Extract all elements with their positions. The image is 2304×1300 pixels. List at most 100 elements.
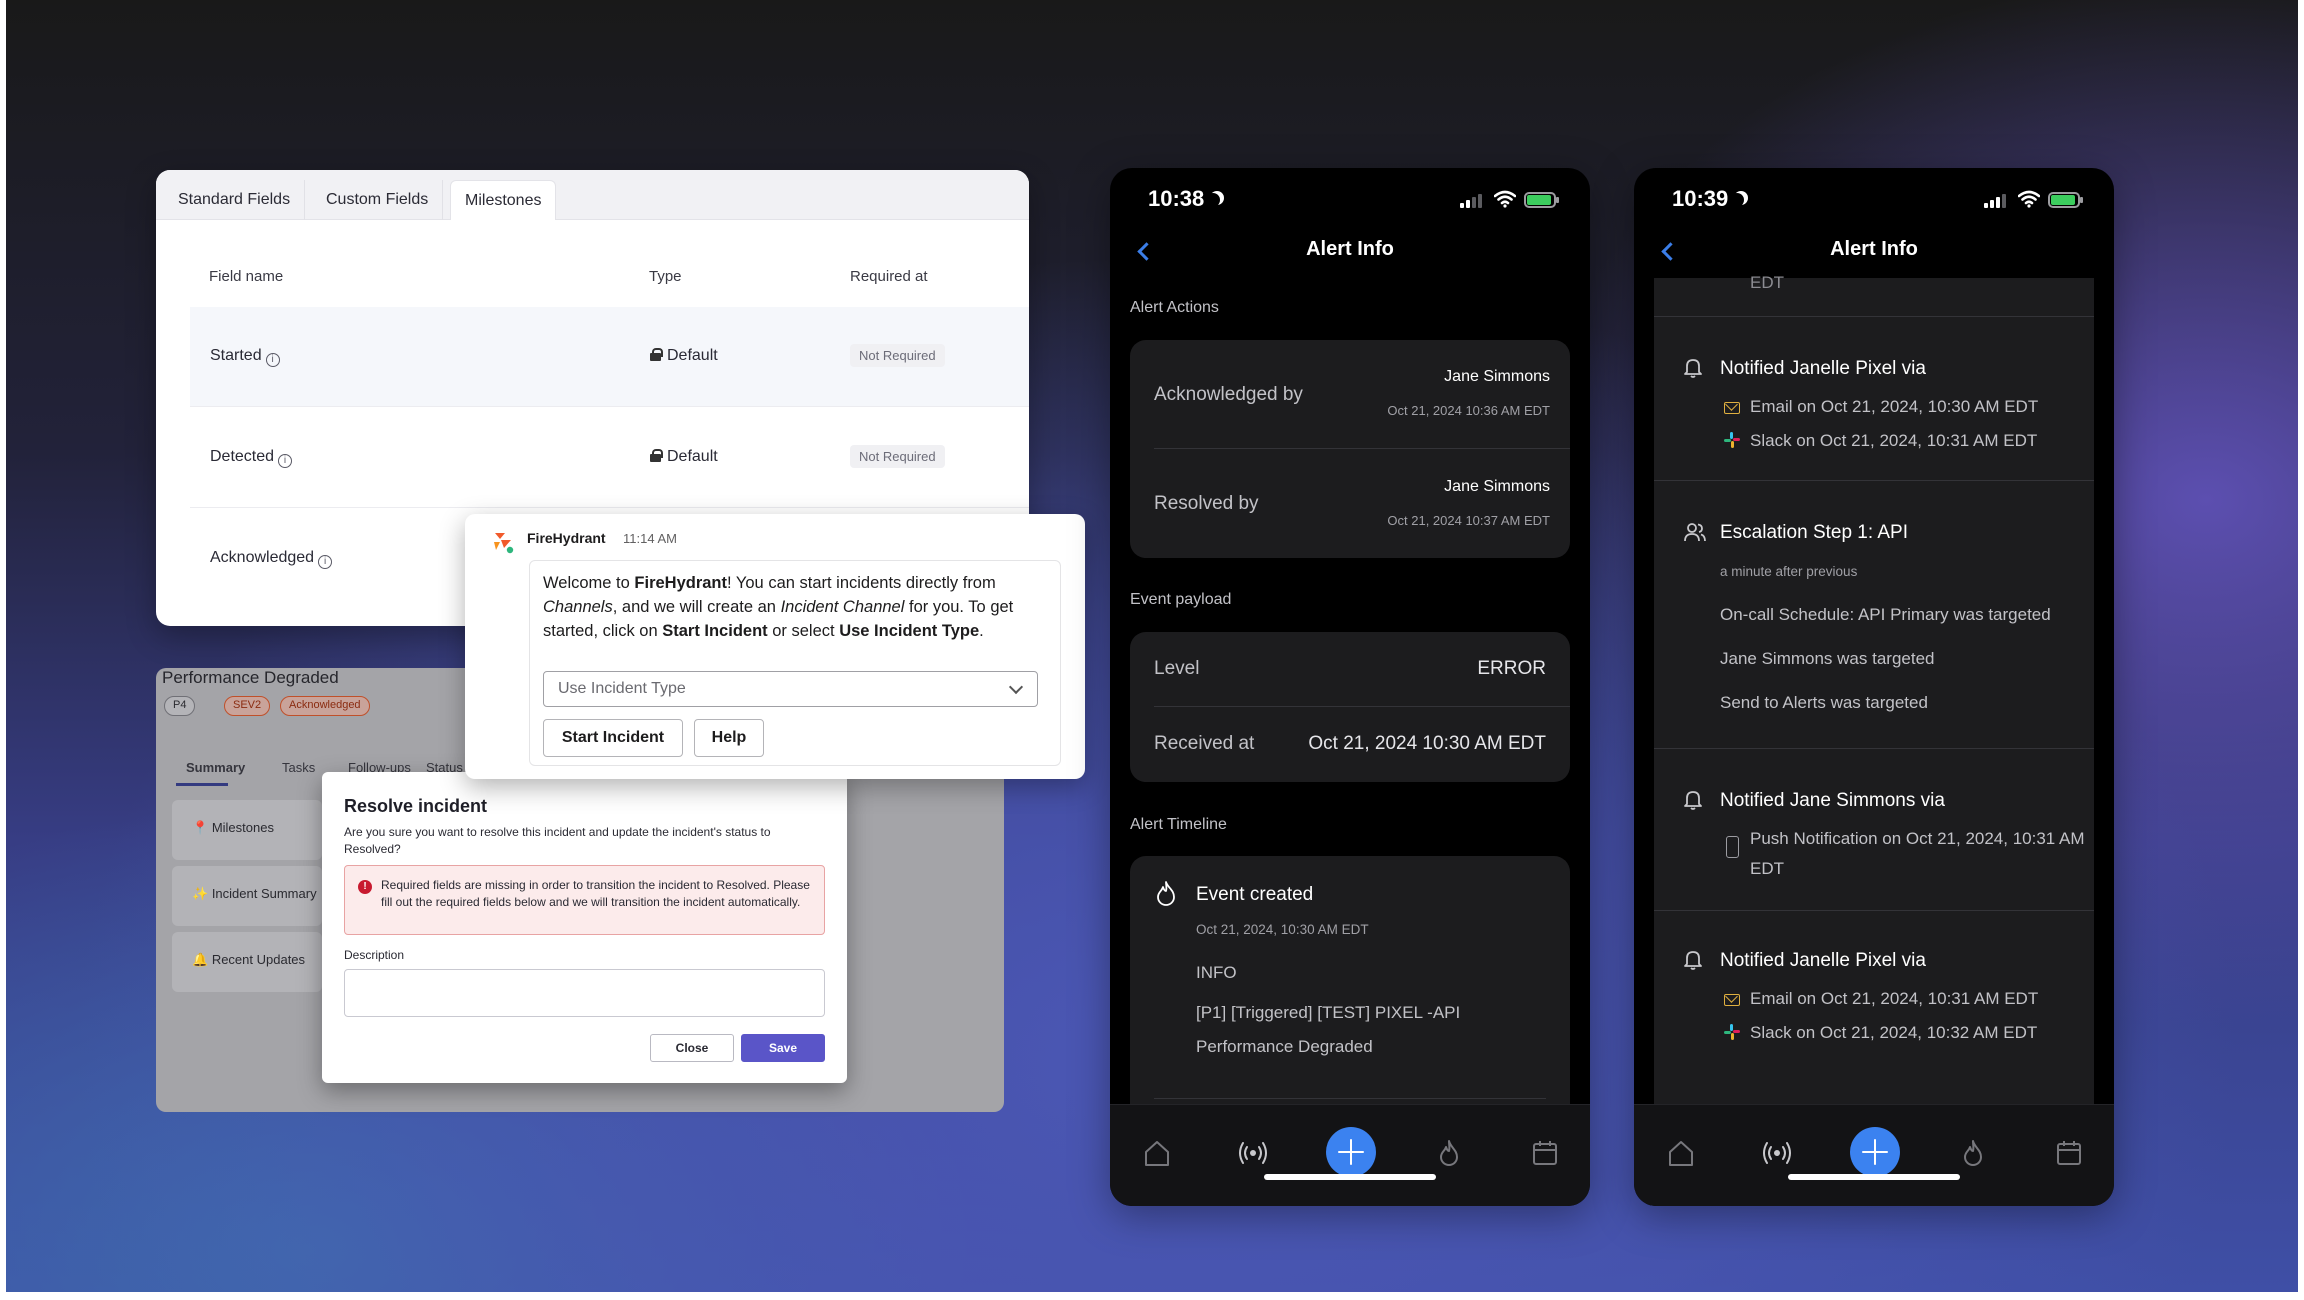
field-name-cell: Detected i [210,448,293,468]
alert-actions-card: Acknowledged by Jane Simmons Oct 21, 202… [1130,340,1570,558]
save-button[interactable]: Save [741,1034,825,1062]
side-item-recent-updates[interactable]: 🔔 Recent Updates [172,932,322,992]
pin-icon: 📍 [192,820,209,835]
lock-icon [650,449,663,462]
battery-icon [2048,192,2083,208]
status-time: 10:39 [1672,186,1748,212]
add-icon[interactable] [1850,1127,1900,1177]
start-incident-button[interactable]: Start Incident [543,719,683,757]
resolved-by-name: Jane Simmons [1444,478,1550,495]
wifi-icon [2018,190,2040,208]
escalation-target-2: Jane Simmons was targeted [1720,649,1935,668]
event-payload-label: Event payload [1130,591,1232,608]
table-row[interactable]: Started i Default Not Required [190,307,1029,407]
table-row[interactable]: Detected i Default Not Required [190,408,1029,508]
people-icon [1684,523,1706,542]
active-tab-indicator [176,783,228,786]
event-level: INFO [1196,963,1237,982]
notification-slack: Slack on Oct 21, 2024, 10:31 AM EDT [1750,431,2038,450]
event-message-line-2: Performance Degraded [1196,1037,1373,1056]
divider [1154,448,1570,449]
add-icon[interactable] [1326,1127,1376,1177]
broadcast-icon[interactable] [1238,1138,1268,1168]
tab-milestones[interactable]: Milestones [450,180,557,220]
notification-email: Email on Oct 21, 2024, 10:30 AM EDT [1750,397,2039,416]
escalation-timing: a minute after previous [1720,564,1858,579]
acknowledged-by-label: Acknowledged by [1154,384,1303,405]
side-item-label: Milestones [211,820,274,835]
broadcast-icon[interactable] [1762,1138,1792,1168]
field-name-cell: Acknowledged i [210,549,333,569]
bell-icon: 🔔 [192,952,209,967]
acknowledged-by-name: Jane Simmons [1444,368,1550,385]
message-time: 11:14 AM [623,531,677,546]
event-created-time: Oct 21, 2024, 10:30 AM EDT [1196,922,1369,937]
notification-email: Email on Oct 21, 2024, 10:31 AM EDT [1750,989,2039,1008]
tab-custom-fields[interactable]: Custom Fields [312,180,444,220]
signal-icon [1460,194,1484,208]
description-input[interactable] [344,969,825,1017]
home-icon[interactable] [1142,1138,1172,1168]
divider [1154,1098,1546,1099]
flame-icon[interactable] [1958,1138,1988,1168]
info-icon[interactable]: i [265,353,280,367]
resolved-time: Oct 21, 2024 10:37 AM EDT [1387,513,1550,528]
status-pill[interactable]: Acknowledged [280,696,370,716]
screen-title: Alert Info [1830,238,1918,260]
mobile-phone-icon [1726,836,1739,858]
calendar-icon[interactable] [2054,1138,2084,1168]
field-type-cell: Default [650,347,718,365]
incident-type-select[interactable]: Use Incident Type [543,671,1038,707]
required-badge[interactable]: Not Required [850,344,945,367]
fields-tabs: Standard Fields Custom Fields Milestones [156,170,1029,220]
tab-standard-fields[interactable]: Standard Fields [164,180,306,220]
firehydrant-logo-icon [494,533,514,554]
divider [1154,706,1570,707]
slack-icon [1724,432,1740,448]
event-payload-card: Level ERROR Received at Oct 21, 2024 10:… [1130,632,1570,782]
incident-title: Performance Degraded [162,668,339,687]
severity-pill[interactable]: SEV2 [224,696,271,716]
info-icon[interactable]: i [318,555,333,569]
modal-description: Are you sure you want to resolve this in… [344,825,771,856]
side-item-label: Recent Updates [211,952,306,967]
side-item-milestones[interactable]: 📍 Milestones [172,800,322,860]
moon-icon [1206,193,1220,207]
error-icon: ! [358,880,372,894]
signal-icon [1984,194,2008,208]
cut-off-text: EDT [1750,273,1784,292]
field-name: Started [210,347,262,364]
required-badge[interactable]: Not Required [850,445,945,468]
received-at-value: Oct 21, 2024 10:30 AM EDT [1308,733,1546,754]
notification-title: Notified Janelle Pixel via [1720,950,1926,971]
welcome-text: Welcome to FireHydrant! You can start in… [543,574,1014,640]
field-type-cell: Default [650,448,718,466]
help-button[interactable]: Help [694,719,764,757]
wifi-icon [1494,190,1516,208]
home-indicator [1788,1174,1960,1180]
priority-pill[interactable]: P4 [164,696,196,716]
info-icon[interactable]: i [278,454,293,468]
tab-summary[interactable]: Summary [186,760,245,775]
home-icon[interactable] [1666,1138,1696,1168]
calendar-icon[interactable] [1530,1138,1560,1168]
column-header-field-name: Field name [209,268,284,285]
bell-icon [1684,791,1702,810]
close-button[interactable]: Close [650,1034,734,1062]
field-type: Default [667,347,718,364]
error-text: Required fields are missing in order to … [381,878,810,909]
tab-bar [1110,1104,1590,1206]
modal-title: Resolve incident [344,796,488,816]
description-label: Description [344,948,405,962]
flame-icon[interactable] [1434,1138,1464,1168]
tab-tasks[interactable]: Tasks [282,760,315,775]
divider [1654,748,2094,749]
chevron-down-icon [1008,679,1024,695]
slack-icon [1724,1024,1740,1040]
sender-name[interactable]: FireHydrant [527,530,606,546]
notification-title: Notified Jane Simmons via [1720,790,1945,811]
bell-icon [1684,359,1702,378]
error-alert: ! Required fields are missing in order t… [344,865,825,935]
side-item-incident-summary[interactable]: ✨ Incident Summary [172,866,322,926]
lock-icon [650,348,663,361]
